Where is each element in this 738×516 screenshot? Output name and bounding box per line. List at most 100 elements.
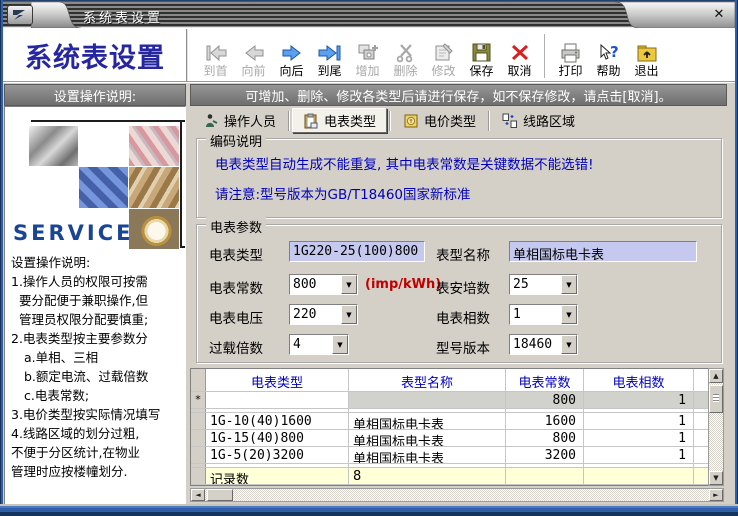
- photo-metal-tools: [29, 126, 78, 166]
- grid-corner-cell: [191, 369, 206, 391]
- scroll-down-icon: ▼: [713, 474, 719, 482]
- row-selector[interactable]: [191, 430, 206, 446]
- tab-meter-type[interactable]: 电表类型: [292, 108, 388, 133]
- toolbar-button-help[interactable]: ? 帮助: [592, 42, 625, 78]
- toolbar-button-next[interactable]: 向后: [275, 42, 308, 78]
- toolbar-separator: [544, 34, 546, 78]
- dropdown-button[interactable]: ▼: [561, 305, 577, 324]
- person-icon: [206, 113, 218, 127]
- app-title-panel: 系统表设置: [4, 29, 188, 81]
- column-header-phase[interactable]: 电表相数: [584, 369, 694, 391]
- first-record-icon: [206, 44, 226, 62]
- toolbar-button-save[interactable]: 保存: [465, 42, 498, 78]
- column-header-constant[interactable]: 电表常数: [506, 369, 584, 391]
- overload-label: 过载倍数: [209, 341, 263, 357]
- model-name-field[interactable]: 单相国标电卡表: [509, 241, 697, 262]
- app-window: 系统表设置 ✕ 系统表设置 到首 向前 向后 到尾 增加 删除 修改 保存 取消…: [0, 0, 738, 516]
- toolbar-button-exit[interactable]: 退出: [630, 42, 663, 78]
- scroll-down-button[interactable]: ▼: [709, 471, 723, 485]
- overload-select[interactable]: 4 ▼: [289, 334, 349, 355]
- grid-row[interactable]: 1G-5(20)3200 单相国标电卡表 3200 1: [191, 447, 723, 464]
- scroll-right-button[interactable]: ►: [709, 489, 723, 501]
- toolbar-button-edit: 修改: [427, 42, 460, 78]
- horizontal-scroll-thumb[interactable]: [207, 489, 233, 501]
- cancel-icon: [511, 44, 528, 61]
- vertical-scroll-thumb[interactable]: [709, 385, 723, 413]
- dropdown-button[interactable]: ▼: [332, 335, 348, 354]
- save-icon: [472, 43, 490, 62]
- last-record-icon: [318, 44, 340, 62]
- photo-pocket-watch: [129, 209, 179, 249]
- meter-constant-select[interactable]: 800 ▼: [289, 274, 358, 295]
- chevron-down-icon: ▼: [346, 280, 352, 289]
- chevron-down-icon: ▼: [346, 310, 352, 319]
- grid-horizontal-scrollbar[interactable]: ◄ ►: [190, 488, 724, 502]
- app-logo-icon: [7, 5, 33, 25]
- titlebar: 系统表设置 ✕: [3, 2, 735, 29]
- record-count-label: 记录数: [206, 468, 349, 484]
- grid-row[interactable]: 1G-15(40)800 单相国标电卡表 800 1: [191, 430, 723, 447]
- instructions-text: 设置操作说明: 1.操作人员的权限可按需 要分配便于兼职操作,但 管理员权限分配…: [11, 255, 161, 479]
- toolbar-button-print[interactable]: 打印: [554, 42, 587, 78]
- toolbar-button-first: 到首: [199, 42, 232, 78]
- scroll-up-button[interactable]: ▲: [709, 369, 723, 383]
- voltage-select[interactable]: 220 ▼: [289, 304, 358, 325]
- toolbar-button-add: 增加: [351, 42, 384, 78]
- window-title: 系统表设置: [81, 7, 174, 29]
- row-selector[interactable]: [191, 447, 206, 463]
- params-groupbox: 电表参数 电表类型 1G220-25(100)800 表型名称 单相国标电卡表 …: [196, 217, 722, 363]
- ampere-select[interactable]: 25 ▼: [509, 274, 578, 295]
- notice-group-label: 编码说明: [206, 131, 267, 150]
- chevron-down-icon: ▼: [566, 280, 572, 289]
- grid-row[interactable]: 1G-10(40)1600 单相国标电卡表 1600 1: [191, 413, 723, 430]
- column-header-meter-type[interactable]: 电表类型: [206, 369, 349, 391]
- tab-operators[interactable]: 操作人员: [193, 109, 286, 133]
- chevron-down-icon: ▼: [566, 310, 572, 319]
- grid-footer-row: 记录数 8: [191, 468, 723, 485]
- scroll-left-button[interactable]: ◄: [191, 489, 205, 501]
- prev-record-icon: [244, 44, 263, 62]
- tab-price-type[interactable]: 电价类型: [393, 109, 486, 133]
- next-record-icon: [282, 44, 301, 62]
- decorative-line: [180, 120, 182, 247]
- scroll-left-icon: ◄: [195, 491, 201, 499]
- column-header-model-name[interactable]: 表型名称: [349, 369, 506, 391]
- tabstrip: 操作人员 电表类型 电价类型 线路区域: [190, 107, 727, 134]
- grid-new-row[interactable]: * 800 1: [191, 392, 723, 409]
- add-record-icon: [358, 44, 378, 60]
- version-select[interactable]: 18460 ▼: [509, 334, 578, 355]
- photo-keyboard: [79, 167, 128, 208]
- row-selector[interactable]: [191, 413, 206, 429]
- dropdown-button[interactable]: ▼: [561, 275, 577, 294]
- region-pages-icon: [502, 113, 518, 128]
- titlebar-swoosh-left: [31, 2, 82, 28]
- main-header-hint: 可增加、删除、修改各类型后请进行保存，如不保存修改，请点击[取消]。: [190, 84, 727, 106]
- model-name-label: 表型名称: [436, 248, 490, 264]
- svg-text:?: ?: [610, 43, 619, 61]
- toolbar-button-cancel[interactable]: 取消: [503, 42, 536, 78]
- chevron-down-icon: ▼: [566, 340, 572, 349]
- notice-groupbox: 编码说明 电表类型自动生成不能重复, 其中电表常数是关键数据不能选错! 请注意:…: [196, 131, 722, 218]
- toolbar-button-last[interactable]: 到尾: [313, 42, 346, 78]
- voltage-label: 电表电压: [209, 311, 263, 327]
- dropdown-button[interactable]: ▼: [341, 275, 357, 294]
- printer-icon: [561, 43, 579, 63]
- meter-type-field[interactable]: 1G220-25(100)800: [289, 241, 425, 262]
- window-border: [0, 0, 3, 516]
- toolbar: 到首 向前 向后 到尾 增加 删除 修改 保存 取消 打印 ? 帮助 退出: [191, 29, 734, 81]
- decorative-line: [180, 246, 185, 248]
- window-border: [0, 504, 738, 516]
- row-selector[interactable]: *: [191, 392, 206, 408]
- phase-label: 电表相数: [436, 311, 490, 327]
- dropdown-button[interactable]: ▼: [561, 335, 577, 354]
- tab-line-region[interactable]: 线路区域: [492, 109, 585, 133]
- phase-select[interactable]: 1 ▼: [509, 304, 578, 325]
- scroll-right-icon: ►: [713, 491, 719, 499]
- meter-constant-label: 电表常数: [209, 281, 263, 297]
- dropdown-button[interactable]: ▼: [341, 305, 357, 324]
- notice-line-2: 请注意:型号版本为GB/T18460国家新标准: [215, 187, 471, 203]
- record-count-value: 8: [349, 468, 506, 484]
- grid-vertical-scrollbar[interactable]: ▲ ▼: [708, 368, 724, 486]
- close-button[interactable]: ✕: [709, 6, 729, 24]
- tab-separator: [488, 110, 491, 131]
